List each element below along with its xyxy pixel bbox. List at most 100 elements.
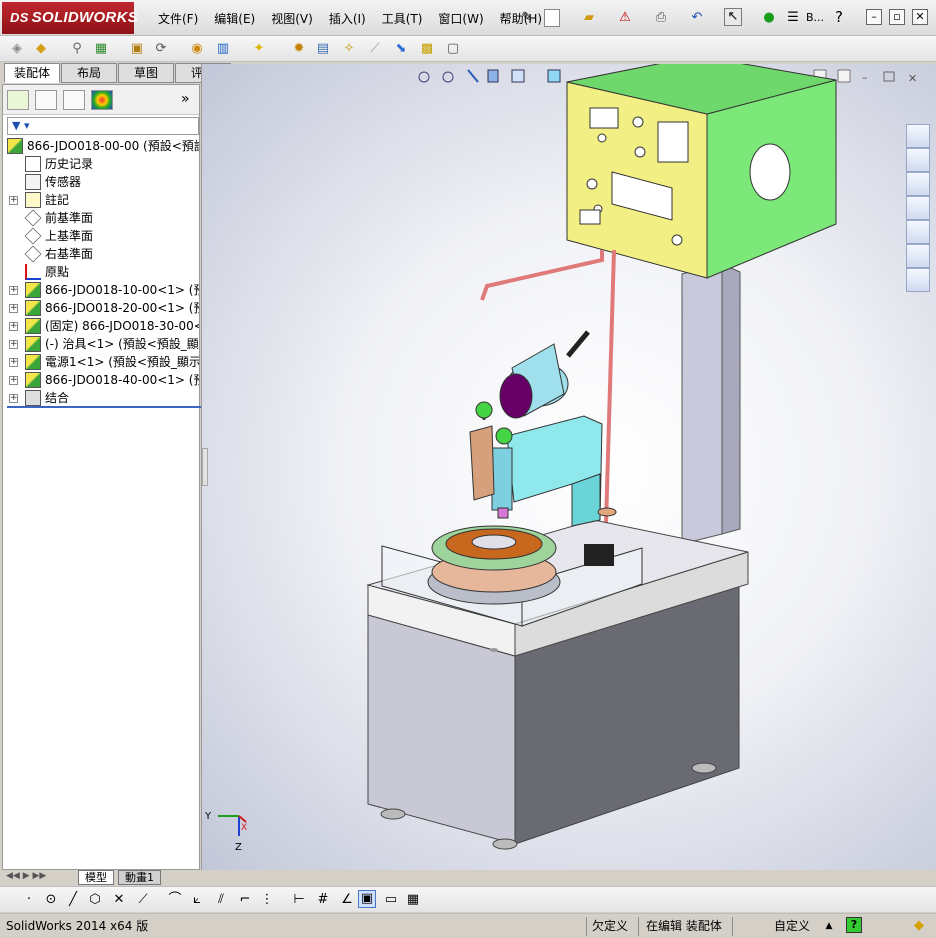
menu-insert[interactable]: 插入(I)	[321, 10, 374, 28]
exploded-view-icon[interactable]: ✧	[340, 40, 358, 58]
tree-item[interactable]: +866-JDO018-10-00<1> (預設<預	[3, 281, 199, 299]
open-folder-icon[interactable]: ▰	[580, 9, 598, 27]
take-snapshot-icon[interactable]: ▢	[444, 40, 462, 58]
trim-icon[interactable]: ✕	[110, 891, 128, 909]
status-help-icon[interactable]: ?	[846, 917, 862, 933]
new-document-icon[interactable]	[544, 9, 560, 27]
tree-item[interactable]: + 電源1<1> (預設<預設_顯示狀	[3, 353, 199, 371]
tree-item[interactable]: + (固定) 866-JDO018-30-00<1> (	[3, 317, 199, 335]
centerpoint-circle-icon[interactable]: ⊙	[42, 891, 60, 909]
tree-expander-icon[interactable]: +	[9, 304, 18, 313]
custom-properties-icon[interactable]	[906, 268, 930, 292]
new-motion-study-icon[interactable]: ✹	[290, 40, 308, 58]
print-icon[interactable]: ⎙	[652, 9, 670, 27]
mirror-icon[interactable]: ⋮	[258, 891, 276, 909]
configuration-manager-tab-icon[interactable]	[63, 90, 85, 110]
instant3d-icon[interactable]: ⬊	[392, 40, 410, 58]
undo-icon[interactable]: ↶	[688, 9, 706, 27]
tree-item[interactable]: + 註記	[3, 191, 199, 209]
property-manager-tab-icon[interactable]	[35, 90, 57, 110]
tree-item[interactable]: 传感器	[3, 173, 199, 191]
minimize-button[interactable]: –	[866, 9, 882, 25]
help-icon[interactable]: ?	[830, 8, 848, 26]
fillet-icon[interactable]: ⌒	[166, 891, 184, 909]
display-manager-tab-icon[interactable]	[91, 90, 113, 110]
assembly-features-icon[interactable]: ▥	[214, 40, 232, 58]
menu-tools[interactable]: 工具(T)	[374, 10, 431, 28]
panel-more-button[interactable]: »	[181, 91, 190, 107]
rollback-bar[interactable]	[7, 406, 201, 408]
menu-window[interactable]: 窗口(W)	[430, 10, 491, 28]
offset-icon[interactable]: ⫽	[212, 891, 230, 909]
tree-item[interactable]: 原點	[3, 263, 199, 281]
line-icon[interactable]: ╱	[64, 891, 82, 909]
solidworks-logo[interactable]: DS SOLIDWORKS	[2, 2, 138, 34]
update-speedpak-icon[interactable]: ▩	[418, 40, 436, 58]
feature-tree-tab-icon[interactable]	[7, 90, 29, 110]
panel-collapse-handle[interactable]	[202, 448, 208, 486]
menu-file[interactable]: 文件(F)	[150, 10, 206, 28]
restore-button[interactable]: ▫	[889, 9, 905, 25]
home-icon[interactable]	[906, 148, 930, 172]
construction-line-icon[interactable]: ⟋	[134, 891, 152, 909]
tree-expander-icon[interactable]: +	[9, 376, 18, 385]
angle-icon[interactable]: ∠	[338, 891, 356, 909]
appearances-icon[interactable]	[906, 244, 930, 268]
edit-component-icon[interactable]: ◈	[8, 40, 26, 58]
tree-item[interactable]: + 结合	[3, 389, 199, 407]
tree-expander-icon[interactable]: +	[9, 358, 18, 367]
tree-item[interactable]: 右基準面	[3, 245, 199, 263]
graphics-viewport[interactable]: – ✕ Y X Z	[201, 64, 936, 870]
single-view-icon[interactable]: ▭	[382, 891, 400, 909]
close-button[interactable]: ✕	[912, 9, 928, 25]
tree-item[interactable]: 上基準面	[3, 227, 199, 245]
tree-filter[interactable]: ▼ ▾	[7, 117, 199, 135]
file-explorer-icon[interactable]	[906, 196, 930, 220]
traffic-light-icon[interactable]: ●	[760, 9, 778, 27]
tree-expander-icon[interactable]: +	[9, 394, 18, 403]
tree-expander-icon[interactable]: +	[9, 196, 18, 205]
linear-pattern-icon[interactable]: ▦	[92, 40, 110, 58]
tree-expander-icon[interactable]: +	[9, 286, 18, 295]
polygon-icon[interactable]: ⬡	[86, 891, 104, 909]
solidworks-resources-icon[interactable]	[906, 124, 930, 148]
tab-scroll-arrows-icon[interactable]: ◀◀ ▶ ▶▶	[6, 871, 46, 881]
mate-icon[interactable]: ⚲	[68, 40, 86, 58]
tree-expander-icon[interactable]: +	[9, 340, 18, 349]
tree-item[interactable]: + (-) 治具<1> (預設<預設_顯示	[3, 335, 199, 353]
rebuild-icon[interactable]: ⚠	[616, 9, 634, 27]
smart-fasteners-icon[interactable]: ▣	[128, 40, 146, 58]
move-component-icon[interactable]: ⟳	[152, 40, 170, 58]
tree-item[interactable]: 前基準面	[3, 209, 199, 227]
tab-model[interactable]: 模型	[78, 870, 114, 885]
tab-layout[interactable]: 布局	[61, 63, 117, 83]
search-results-icon[interactable]	[906, 220, 930, 244]
insert-component-icon[interactable]: ◆	[32, 40, 50, 58]
design-library-icon[interactable]	[906, 172, 930, 196]
menu-view[interactable]: 视图(V)	[263, 10, 321, 28]
tree-item[interactable]: 866-JDO018-00-00 (預設<預設_顯	[3, 137, 199, 155]
tree-item[interactable]: +866-JDO018-40-00<1> (預設<	[3, 371, 199, 389]
tree-item[interactable]: 历史记录	[3, 155, 199, 173]
options-icon[interactable]: ☰	[784, 9, 802, 27]
tab-motion-study[interactable]: 動畫1	[118, 870, 161, 885]
chamfer-icon[interactable]: ⟀	[188, 891, 206, 909]
show-hidden-icon[interactable]: ◉	[188, 40, 206, 58]
tab-assembly[interactable]: 装配体	[4, 63, 60, 83]
point-icon[interactable]: ·	[20, 891, 38, 909]
reference-geometry-icon[interactable]: ✦	[250, 40, 268, 58]
title-extra[interactable]: B...	[804, 9, 826, 27]
pin-icon[interactable]: ✎	[518, 9, 536, 27]
status-units[interactable]: 自定义	[770, 917, 814, 936]
tag-icon[interactable]: ◆	[910, 917, 928, 935]
grid-icon[interactable]: #	[314, 891, 332, 909]
explode-line-icon[interactable]: ⟋	[366, 40, 384, 58]
convert-entities-icon[interactable]: ⌐	[236, 891, 254, 909]
tab-sketch[interactable]: 草图	[118, 63, 174, 83]
dimension-icon[interactable]: ⊢	[290, 891, 308, 909]
bill-of-materials-icon[interactable]: ▤	[314, 40, 332, 58]
menu-edit[interactable]: 编辑(E)	[206, 10, 263, 28]
units-dropdown-icon[interactable]: ▲	[820, 917, 838, 935]
tree-item[interactable]: +866-JDO018-20-00<1> (預設<預	[3, 299, 199, 317]
four-view-icon[interactable]: ▦	[404, 891, 422, 909]
